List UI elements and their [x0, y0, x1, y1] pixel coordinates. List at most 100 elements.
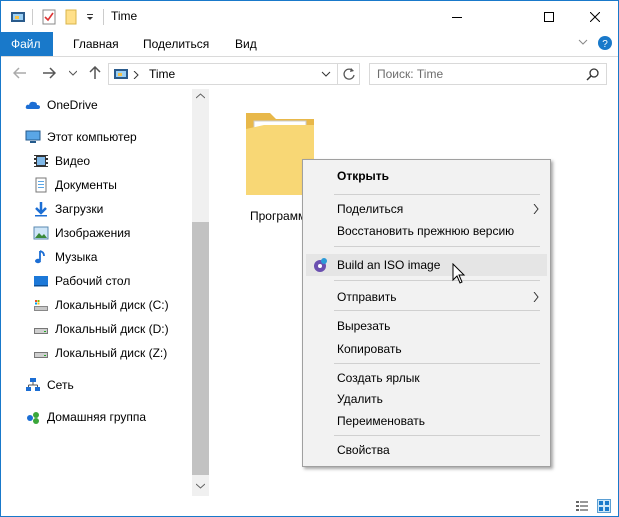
- video-icon: [34, 155, 48, 167]
- menu-separator: [334, 435, 540, 436]
- nav-homegroup[interactable]: Домашняя группа: [25, 407, 146, 427]
- close-button[interactable]: [572, 1, 618, 32]
- search-input[interactable]: Поиск: Time: [377, 67, 443, 81]
- menu-item-send-to[interactable]: Отправить: [306, 286, 547, 308]
- chevron-down-icon[interactable]: [578, 39, 588, 47]
- nav-label: Этот компьютер: [47, 130, 137, 144]
- search-box[interactable]: Поиск: Time: [369, 63, 607, 85]
- scroll-up-icon[interactable]: [196, 93, 205, 99]
- chevron-right-icon: [533, 204, 539, 214]
- nav-label: Домашняя группа: [47, 410, 147, 424]
- downloads-icon: [35, 202, 47, 217]
- window-title: Time: [111, 9, 138, 23]
- tab-home[interactable]: Главная: [61, 32, 131, 56]
- network-icon: [26, 378, 40, 391]
- details-view-icon[interactable]: [575, 499, 589, 513]
- new-folder-icon[interactable]: [63, 9, 79, 25]
- nav-label: Локальный диск (Z:): [55, 346, 168, 360]
- arrow-up-icon: [89, 66, 101, 79]
- menu-item-build-iso[interactable]: Build an ISO image: [306, 254, 547, 276]
- nav-label: Документы: [55, 178, 117, 192]
- menu-item-open[interactable]: Открыть: [306, 165, 547, 187]
- nav-label: Изображения: [55, 226, 131, 240]
- nav-desktop[interactable]: Рабочий стол: [33, 271, 130, 291]
- nav-label: Музыка: [55, 250, 98, 264]
- address-bar-row: Time Поиск: Time: [1, 57, 618, 89]
- nav-drive-c[interactable]: Локальный диск (C:): [33, 295, 169, 315]
- onedrive-icon: [25, 101, 40, 109]
- nav-downloads[interactable]: Загрузки: [33, 199, 103, 219]
- refresh-icon[interactable]: [342, 67, 356, 81]
- drive-icon: [34, 352, 48, 358]
- iso-disc-icon: [314, 258, 327, 272]
- menu-item-create-shortcut[interactable]: Создать ярлык: [306, 367, 547, 389]
- recent-locations-button[interactable]: [63, 63, 83, 83]
- nav-music[interactable]: Музыка: [33, 247, 97, 267]
- nav-scrollbar[interactable]: [192, 89, 209, 496]
- tab-share[interactable]: Поделиться: [131, 32, 221, 56]
- folder-location-icon: [114, 69, 128, 79]
- minimize-button[interactable]: [434, 1, 480, 32]
- nav-label: Локальный диск (C:): [55, 298, 169, 312]
- title-bar: Time: [1, 1, 618, 32]
- nav-label: Локальный диск (D:): [55, 322, 169, 336]
- chevron-right-icon: [533, 292, 539, 302]
- menu-item-copy[interactable]: Копировать: [306, 338, 547, 360]
- menu-item-delete[interactable]: Удалить: [306, 388, 547, 410]
- nav-network[interactable]: Сеть: [25, 375, 74, 395]
- menu-separator: [334, 194, 540, 195]
- scroll-down-icon[interactable]: [196, 483, 205, 489]
- menu-item-cut[interactable]: Вырезать: [306, 315, 547, 337]
- menu-item-label: Переименовать: [337, 414, 425, 428]
- folder-name[interactable]: Программ: [250, 209, 306, 223]
- menu-item-share[interactable]: Поделиться: [306, 198, 547, 220]
- nav-label: OneDrive: [47, 98, 98, 112]
- desktop-icon: [34, 276, 48, 287]
- svg-text:?: ?: [602, 39, 608, 50]
- context-menu: Открыть Поделиться Восстановить прежнюю …: [302, 159, 551, 467]
- up-button[interactable]: [85, 63, 105, 83]
- address-bar[interactable]: Time: [108, 63, 360, 85]
- nav-drive-z[interactable]: Локальный диск (Z:): [33, 343, 167, 363]
- pictures-icon: [33, 226, 49, 240]
- properties-icon[interactable]: [41, 9, 57, 25]
- nav-drive-d[interactable]: Локальный диск (D:): [33, 319, 169, 339]
- chevron-down-icon[interactable]: [321, 71, 331, 77]
- nav-documents[interactable]: Документы: [33, 175, 117, 195]
- ribbon-tabs: Файл Главная Поделиться Вид ?: [1, 32, 618, 57]
- forward-button[interactable]: [39, 63, 59, 83]
- nav-scroll-thumb[interactable]: [192, 222, 209, 475]
- menu-item-rename[interactable]: Переименовать: [306, 410, 547, 432]
- close-icon: [590, 11, 600, 22]
- tab-view[interactable]: Вид: [223, 32, 269, 56]
- maximize-button[interactable]: [526, 1, 572, 32]
- large-icons-view-icon[interactable]: [597, 499, 611, 513]
- navigation-pane: OneDrive Этот компьютер Видео Документы …: [1, 89, 209, 496]
- menu-item-restore-previous-version[interactable]: Восстановить прежнюю версию: [306, 220, 547, 242]
- explorer-app-icon[interactable]: [10, 9, 26, 25]
- address-path[interactable]: Time: [149, 67, 175, 81]
- breadcrumb-chevron-icon[interactable]: [133, 71, 139, 79]
- menu-separator: [334, 246, 540, 247]
- menu-separator: [334, 363, 540, 364]
- back-button[interactable]: [10, 63, 30, 83]
- menu-separator: [334, 310, 540, 311]
- nav-pictures[interactable]: Изображения: [33, 223, 130, 243]
- customize-toolbar-icon[interactable]: [85, 9, 95, 25]
- nav-onedrive[interactable]: OneDrive: [25, 95, 98, 115]
- menu-item-properties[interactable]: Свойства: [306, 439, 547, 461]
- help-icon[interactable]: ?: [598, 36, 612, 50]
- nav-this-pc[interactable]: Этот компьютер: [25, 127, 137, 147]
- menu-item-label: Build an ISO image: [337, 258, 441, 272]
- search-icon[interactable]: [586, 67, 600, 81]
- nav-label: Сеть: [47, 378, 74, 392]
- mouse-cursor-icon: [452, 263, 466, 284]
- nav-videos[interactable]: Видео: [33, 151, 90, 171]
- menu-item-label: Отправить: [337, 290, 397, 304]
- nav-label: Рабочий стол: [55, 274, 131, 288]
- arrow-left-icon: [13, 67, 26, 79]
- menu-item-label: Восстановить прежнюю версию: [337, 224, 515, 238]
- menu-item-label: Копировать: [337, 342, 402, 356]
- tab-file[interactable]: Файл: [1, 32, 53, 56]
- nav-label: Загрузки: [55, 202, 104, 216]
